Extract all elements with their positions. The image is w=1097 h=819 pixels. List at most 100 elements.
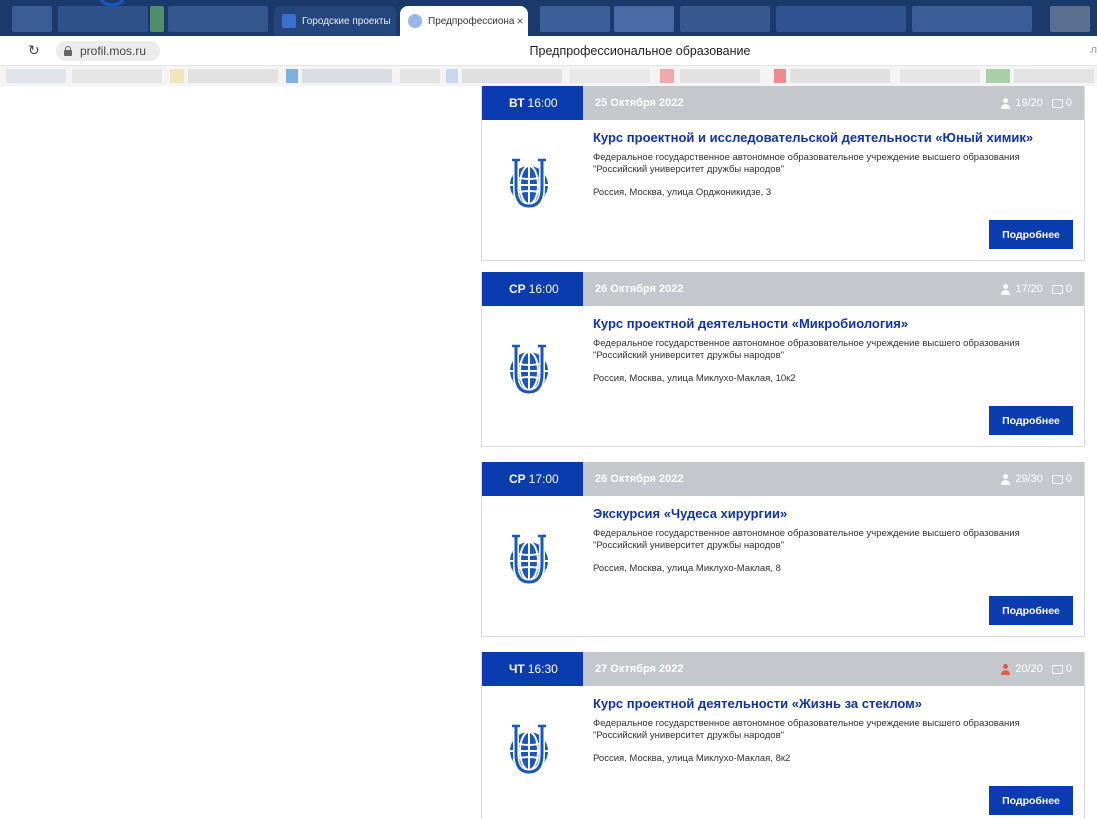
preprofessional-favicon-icon (408, 14, 422, 28)
event-card: СР 16:00 26 Октября 2022 17/20 0 Курс пр… (481, 272, 1085, 447)
blurred-bookmark (286, 69, 298, 83)
event-title-link[interactable]: Курс проектной деятельности «Микробиолог… (593, 316, 908, 331)
blurred-tab (1050, 6, 1090, 32)
seats-count: 20/20 (1015, 663, 1043, 675)
event-address: Россия, Москва, улица Миклухо-Маклая, 8 (593, 563, 781, 574)
event-title-link[interactable]: Курс проектной и исследовательской деяте… (593, 130, 1033, 145)
organization-name: Федеральное государственное автономное о… (593, 718, 1020, 741)
tab-preprofessional[interactable]: Предпрофессиона × (400, 6, 528, 36)
details-button[interactable]: Подробнее (989, 786, 1073, 815)
blurred-tab (168, 6, 268, 32)
blurred-bookmark (6, 69, 66, 83)
blurred-bookmark (302, 69, 392, 83)
event-title-link[interactable]: Курс проектной деятельности «Жизнь за ст… (593, 696, 922, 711)
event-card: ЧТ 16:30 27 Октября 2022 20/20 0 Курс пр… (481, 652, 1085, 819)
event-header: ВТ 16:00 25 Октября 2022 19/20 0 (482, 86, 1084, 120)
blurred-tab (58, 6, 148, 32)
event-header: СР 16:00 26 Октября 2022 17/20 0 (482, 272, 1084, 306)
blurred-tab (776, 6, 906, 32)
blurred-bookmark (680, 69, 760, 83)
event-date: 25 Октября 2022 (595, 97, 684, 109)
event-title-link[interactable]: Экскурсия «Чудеса хирургии» (593, 506, 787, 521)
browser-tab-strip: Городские проекты Предпрофессиона × (0, 0, 1097, 36)
university-logo-icon (504, 724, 554, 776)
person-icon (1000, 97, 1011, 109)
event-weekday: СР (509, 472, 526, 486)
page-title: Предпрофессиональное образование (529, 44, 751, 58)
event-date: 27 Октября 2022 (595, 663, 684, 675)
organization-name: Федеральное государственное автономное о… (593, 338, 1020, 361)
blurred-bookmark (660, 69, 674, 83)
event-date: 26 Октября 2022 (595, 283, 684, 295)
tab-label: Предпрофессиона (428, 15, 515, 27)
event-time: 16:30 (527, 662, 558, 676)
comments-count: 0 (1065, 283, 1072, 295)
event-weekday: СР (509, 282, 526, 296)
blurred-bookmark (446, 69, 458, 83)
seats-count: 17/20 (1015, 283, 1043, 295)
blurred-bookmark (72, 69, 162, 83)
comment-icon (1051, 98, 1063, 108)
comment-icon (1051, 664, 1063, 674)
comment-icon (1051, 474, 1063, 484)
bookmarks-bar (0, 66, 1097, 86)
event-header: СР 17:00 26 Октября 2022 29/30 0 (482, 462, 1084, 496)
event-date: 26 Октября 2022 (595, 473, 684, 485)
blurred-bookmark (986, 69, 1010, 83)
close-tab-icon[interactable]: × (514, 14, 523, 28)
event-address: Россия, Москва, улица Миклухо-Маклая, 10… (593, 373, 796, 384)
event-time-badge: ЧТ 16:30 (482, 652, 583, 686)
university-logo-icon (504, 534, 554, 586)
person-icon (1000, 283, 1011, 295)
truncated-edge-text: л (1090, 44, 1097, 56)
event-meta: 29/30 0 (1000, 462, 1084, 496)
details-button[interactable]: Подробнее (989, 596, 1073, 625)
person-full-icon (1000, 663, 1011, 675)
event-address: Россия, Москва, улица Миклухо-Маклая, 8к… (593, 753, 791, 764)
event-time-badge: СР 16:00 (482, 272, 583, 306)
comments-count: 0 (1065, 663, 1072, 675)
event-time-badge: СР 17:00 (482, 462, 583, 496)
university-logo-icon (504, 158, 554, 210)
event-time: 16:00 (527, 96, 558, 110)
address-bar: ↻ profil.mos.ru Предпрофессиональное обр… (0, 36, 1097, 66)
event-weekday: ВТ (509, 96, 525, 110)
blurred-bookmark (400, 69, 440, 83)
blurred-bookmark (570, 69, 650, 83)
person-icon (1000, 473, 1011, 485)
event-card: СР 17:00 26 Октября 2022 29/30 0 Экскурс… (481, 462, 1085, 637)
event-body: Курс проектной деятельности «Жизнь за ст… (482, 686, 1084, 819)
tab-city-projects[interactable]: Городские проекты (274, 6, 396, 36)
organization-name: Федеральное государственное автономное о… (593, 528, 1020, 551)
blurred-tab (680, 6, 770, 32)
university-logo-icon (504, 344, 554, 396)
event-card: ВТ 16:00 25 Октября 2022 19/20 0 Курс пр… (481, 86, 1085, 261)
blurred-tab (912, 6, 1032, 32)
event-meta: 19/20 0 (1000, 86, 1084, 120)
details-button[interactable]: Подробнее (989, 406, 1073, 435)
blurred-tab (614, 6, 674, 32)
organization-name: Федеральное государственное автономное о… (593, 152, 1020, 175)
blurred-bookmark (774, 69, 786, 83)
comment-icon (1051, 284, 1063, 294)
details-button[interactable]: Подробнее (989, 220, 1073, 249)
event-body: Экскурсия «Чудеса хирургии» Федеральное … (482, 496, 1084, 636)
city-projects-favicon-icon (282, 14, 296, 28)
blurred-tab (150, 6, 164, 32)
event-body: Курс проектной деятельности «Микробиолог… (482, 306, 1084, 446)
comments-count: 0 (1065, 97, 1072, 109)
blurred-tab (540, 6, 610, 32)
event-time: 17:00 (528, 472, 559, 486)
blurred-bookmark (1014, 69, 1094, 83)
blurred-bookmark (900, 69, 980, 83)
seats-count: 19/20 (1015, 97, 1043, 109)
event-time-badge: ВТ 16:00 (482, 86, 583, 120)
blurred-tab (12, 6, 52, 32)
event-header: ЧТ 16:30 27 Октября 2022 20/20 0 (482, 652, 1084, 686)
blurred-bookmark (462, 69, 562, 83)
event-meta: 17/20 0 (1000, 272, 1084, 306)
event-time: 16:00 (528, 282, 559, 296)
blurred-bookmark (790, 69, 890, 83)
blurred-bookmark (170, 69, 184, 83)
blurred-bookmark (188, 69, 278, 83)
